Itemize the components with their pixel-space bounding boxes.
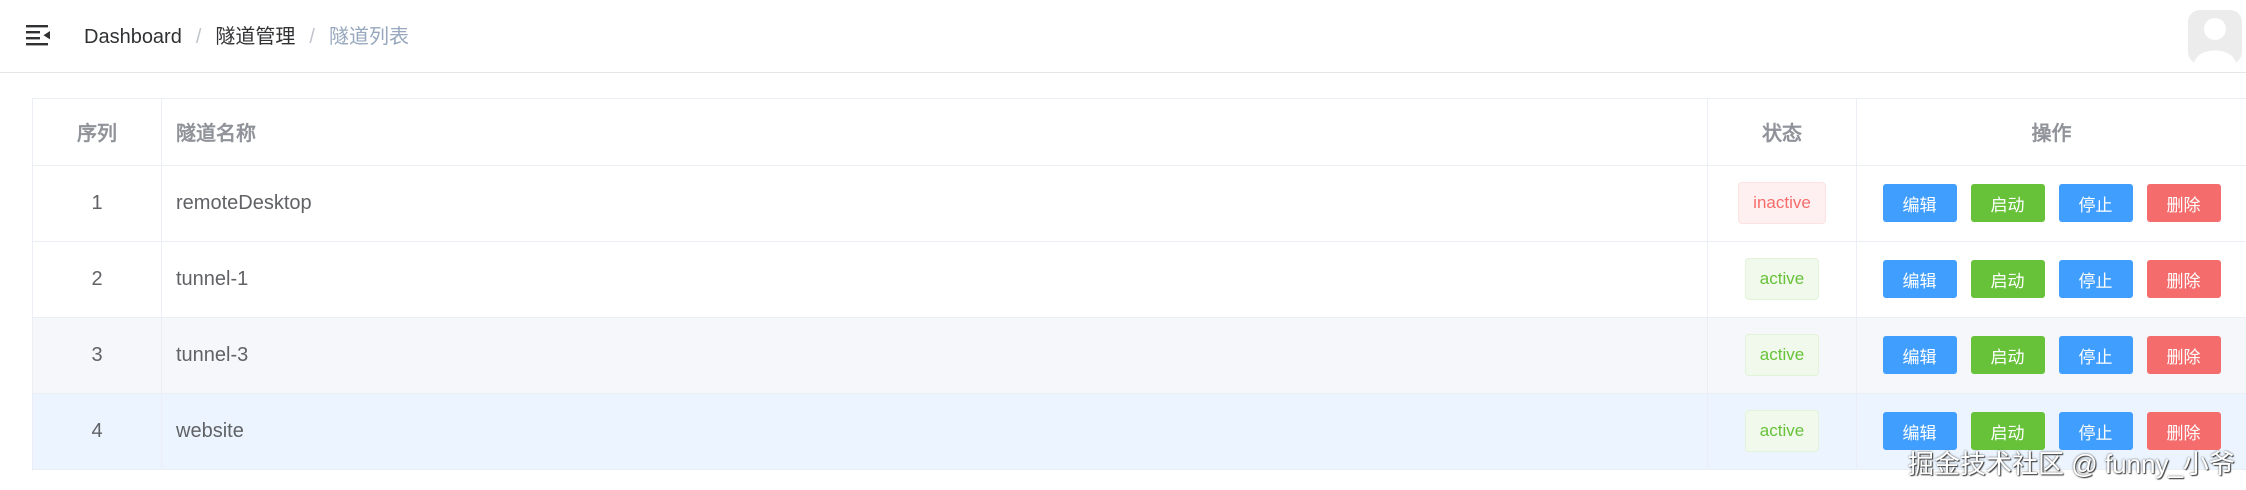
edit-button[interactable]: 编辑 — [1882, 184, 1957, 222]
row-index: 4 — [33, 393, 162, 470]
watermark: 掘金技术社区 @ funny_小爷 — [1908, 449, 2235, 479]
status-badge: inactive — [1738, 182, 1826, 224]
tunnel-name: remoteDesktop — [161, 165, 1708, 242]
start-button[interactable]: 启动 — [1970, 260, 2045, 298]
breadcrumb-tunnel-management: 隧道管理 — [215, 26, 296, 48]
row-index: 1 — [33, 165, 162, 242]
user-avatar-icon — [2194, 18, 2236, 64]
row-index: 2 — [33, 241, 162, 318]
tunnel-name: tunnel-3 — [161, 317, 1708, 394]
top-navbar: Dashboard / 隧道管理 / 隧道列表 — [0, 0, 2246, 73]
avatar[interactable] — [2188, 10, 2242, 64]
edit-button[interactable]: 编辑 — [1882, 260, 1957, 298]
column-header-actions: 操作 — [1856, 99, 2246, 166]
table-row: 3 tunnel-3 active 编辑 启动 停止 删除 — [33, 317, 2246, 394]
tunnel-name: tunnel-1 — [161, 241, 1708, 318]
table-row: 1 remoteDesktop inactive 编辑 启动 停止 删除 — [33, 165, 2246, 242]
menu-fold-icon[interactable] — [26, 22, 52, 48]
status-badge: active — [1744, 334, 1820, 376]
stop-button[interactable]: 停止 — [2058, 336, 2133, 374]
breadcrumb: Dashboard / 隧道管理 / 隧道列表 — [84, 24, 409, 50]
edit-button[interactable]: 编辑 — [1882, 336, 1957, 374]
column-header-name: 隧道名称 — [161, 99, 1708, 166]
table-row: 2 tunnel-1 active 编辑 启动 停止 删除 — [33, 241, 2246, 318]
breadcrumb-dashboard[interactable]: Dashboard — [84, 24, 182, 50]
breadcrumb-current: 隧道列表 — [328, 26, 409, 48]
row-actions: 编辑 启动 停止 删除 — [1857, 260, 2246, 298]
tunnel-name: website — [161, 393, 1708, 470]
start-button[interactable]: 启动 — [1970, 336, 2045, 374]
breadcrumb-separator: / — [309, 26, 315, 48]
table-header-row: 序列 隧道名称 状态 操作 — [33, 99, 2246, 166]
start-button[interactable]: 启动 — [1970, 184, 2045, 222]
row-actions: 编辑 启动 停止 删除 — [1857, 336, 2246, 374]
stop-button[interactable]: 停止 — [2058, 260, 2133, 298]
row-index: 3 — [33, 317, 162, 394]
tunnel-table: 序列 隧道名称 状态 操作 1 remoteDesktop inactive 编… — [32, 98, 2246, 471]
column-header-status: 状态 — [1707, 99, 1857, 166]
column-header-index: 序列 — [33, 99, 162, 166]
status-badge: active — [1744, 410, 1820, 452]
stop-button[interactable]: 停止 — [2058, 184, 2133, 222]
delete-button[interactable]: 删除 — [2146, 184, 2221, 222]
delete-button[interactable]: 删除 — [2146, 336, 2221, 374]
row-actions: 编辑 启动 停止 删除 — [1857, 184, 2246, 222]
breadcrumb-separator: / — [195, 26, 202, 48]
status-badge: active — [1744, 258, 1820, 300]
delete-button[interactable]: 删除 — [2146, 260, 2221, 298]
